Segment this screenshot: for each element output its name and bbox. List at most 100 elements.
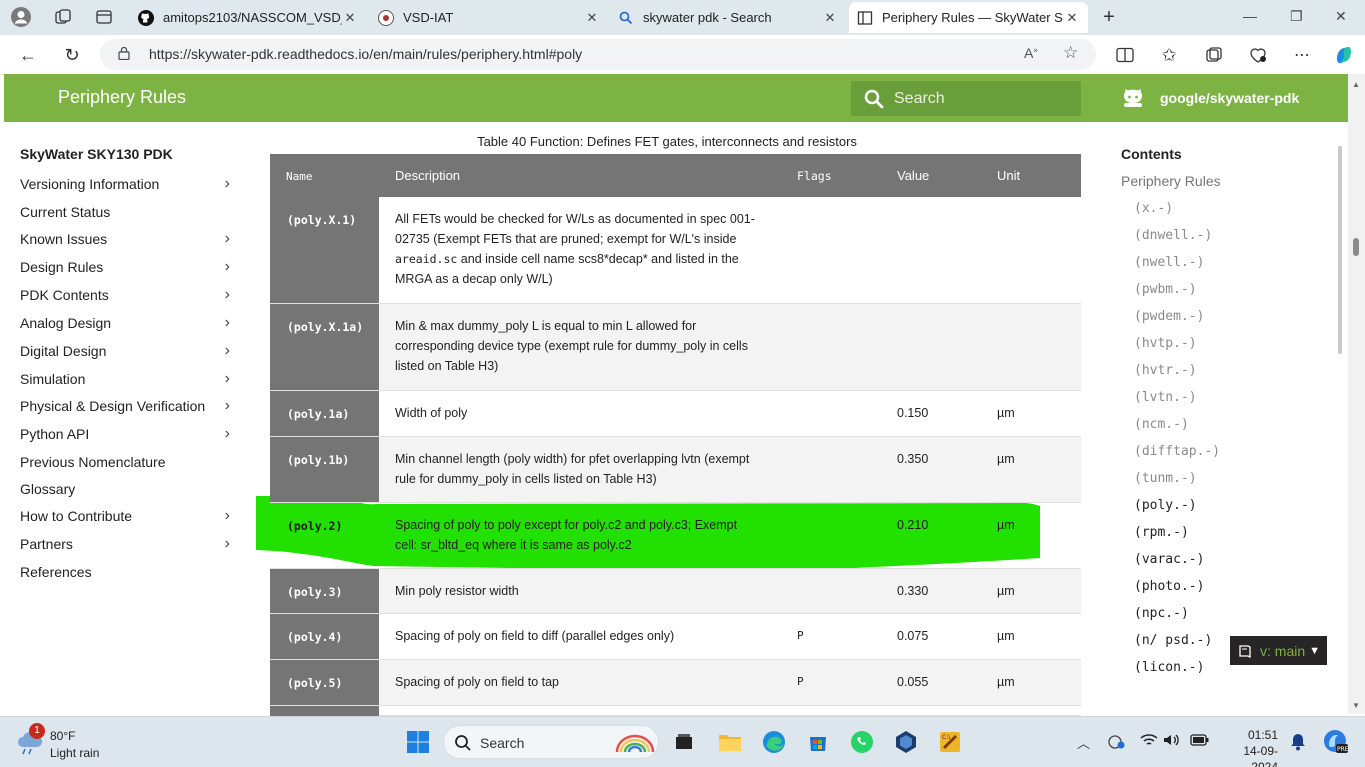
copilot-taskbar-icon[interactable]: PRE <box>1322 728 1349 757</box>
scroll-up-icon[interactable]: ▲ <box>1352 80 1360 89</box>
reload-icon[interactable]: ↻ <box>60 43 84 67</box>
sidebar-item-versioning-information[interactable]: Versioning Information › <box>20 173 230 195</box>
read-aloud-icon[interactable]: A» <box>1024 45 1038 61</box>
search-input[interactable]: Search <box>851 81 1081 116</box>
sidebar-item-glossary[interactable]: Glossary <box>20 478 230 500</box>
network-status-icon[interactable] <box>1107 733 1125 752</box>
toc-item[interactable]: (n/ psd.-) <box>1134 633 1212 648</box>
taskbar-search[interactable]: Search <box>443 725 659 759</box>
sidebar-item-pdk-contents[interactable]: PDK Contents › <box>20 284 230 306</box>
chevron-right-icon[interactable]: › <box>225 425 230 443</box>
sidebar-item-references[interactable]: References <box>20 561 230 583</box>
version-selector[interactable]: v: main ▼ <box>1230 636 1327 665</box>
tab-vsd-iat[interactable]: VSD-IAT ✕ <box>370 2 608 33</box>
close-tab-icon[interactable]: ✕ <box>342 10 358 26</box>
microsoft-store-icon[interactable] <box>804 728 832 756</box>
collections-icon[interactable] <box>1202 43 1226 67</box>
toc-item[interactable]: (nwell.-) <box>1134 255 1204 270</box>
sidebar-item-design-rules[interactable]: Design Rules › <box>20 256 230 278</box>
description-line: areaid.sc and inside cell name scs8*deca… <box>395 252 739 266</box>
sidebar-title[interactable]: SkyWater SKY130 PDK <box>20 146 173 162</box>
close-tab-icon[interactable]: ✕ <box>822 10 838 26</box>
toc-item[interactable]: (pwbm.-) <box>1134 282 1197 297</box>
toc-item[interactable]: (varac.-) <box>1134 552 1204 567</box>
workspaces-icon[interactable] <box>52 6 74 28</box>
chevron-right-icon[interactable]: › <box>225 535 230 553</box>
chevron-right-icon[interactable]: › <box>225 342 230 360</box>
minimize-icon[interactable]: — <box>1243 8 1257 24</box>
favorites-icon[interactable]: ✩ <box>1157 43 1181 67</box>
virtualbox-icon[interactable] <box>892 728 920 756</box>
terminal-app-icon[interactable]: C:\ <box>936 728 964 756</box>
sidebar-item-how-to-contribute[interactable]: How to Contribute › <box>20 505 230 527</box>
file-explorer-icon[interactable] <box>716 728 744 756</box>
system-clock[interactable]: 01:51 14-09-2024 <box>1222 727 1278 767</box>
chevron-right-icon[interactable]: › <box>225 230 230 248</box>
edge-icon[interactable] <box>760 728 788 756</box>
notifications-bell-icon[interactable] <box>1290 733 1306 754</box>
scrollbar-thumb[interactable] <box>1353 238 1359 256</box>
browser-essentials-icon[interactable] <box>1246 43 1270 67</box>
start-menu-icon[interactable] <box>404 728 432 756</box>
show-hidden-icons[interactable]: ︿ <box>1077 733 1090 752</box>
wifi-icon[interactable] <box>1140 733 1158 750</box>
toc-item[interactable]: (lvtn.-) <box>1134 390 1197 405</box>
restore-icon[interactable]: ❐ <box>1290 8 1303 25</box>
battery-icon[interactable] <box>1190 733 1210 750</box>
contents-page-link[interactable]: Periphery Rules <box>1121 173 1221 189</box>
sidebar-item-partners[interactable]: Partners › <box>20 533 230 555</box>
split-screen-icon[interactable] <box>1113 43 1137 67</box>
sidebar-item-current-status[interactable]: Current Status <box>20 201 230 223</box>
chevron-right-icon[interactable]: › <box>225 286 230 304</box>
sidebar-item-digital-design[interactable]: Digital Design › <box>20 340 230 362</box>
sidebar-item-analog-design[interactable]: Analog Design › <box>20 312 230 334</box>
toc-item[interactable]: (dnwell.-) <box>1134 228 1212 243</box>
tab-github[interactable]: amitops2103/NASSCOM_VSD_So ✕ <box>130 2 366 33</box>
close-window-icon[interactable]: ✕ <box>1335 8 1347 25</box>
chevron-right-icon[interactable]: › <box>225 397 230 415</box>
back-icon[interactable]: ← <box>16 43 40 67</box>
profile-avatar-icon[interactable] <box>10 6 32 28</box>
chevron-right-icon[interactable]: › <box>225 314 230 332</box>
close-tab-icon[interactable]: ✕ <box>584 10 600 26</box>
chevron-right-icon[interactable]: › <box>225 258 230 276</box>
chevron-right-icon[interactable]: › <box>225 175 230 193</box>
page-scrollbar[interactable]: ▲ ▼ <box>1348 74 1365 714</box>
toc-item[interactable]: (npc.-) <box>1134 606 1189 621</box>
chevron-right-icon[interactable]: › <box>225 507 230 525</box>
description-line: cell: sr_bltd_eq where it is same as pol… <box>395 538 632 552</box>
task-view-icon[interactable] <box>670 728 698 756</box>
sidebar-item-python-api[interactable]: Python API › <box>20 423 230 445</box>
toc-scrollbar-thumb[interactable] <box>1338 146 1342 354</box>
toc-item[interactable]: (rpm.-) <box>1134 525 1189 540</box>
whatsapp-icon[interactable] <box>848 728 876 756</box>
toc-item[interactable]: (tunm.-) <box>1134 471 1197 486</box>
copilot-icon[interactable] <box>1332 43 1356 67</box>
more-menu-icon[interactable]: ⋯ <box>1290 43 1314 67</box>
weather-widget[interactable]: 1 80°F Light rain <box>15 723 135 761</box>
tab-actions-icon[interactable] <box>93 6 115 28</box>
toc-item[interactable]: (x.-) <box>1134 201 1173 216</box>
toc-item[interactable]: (hvtp.-) <box>1134 336 1197 351</box>
sidebar-item-known-issues[interactable]: Known Issues › <box>20 228 230 250</box>
sidebar-item-simulation[interactable]: Simulation › <box>20 368 230 390</box>
chevron-right-icon[interactable]: › <box>225 370 230 388</box>
toc-item[interactable]: (difftap.-) <box>1134 444 1220 459</box>
tab-periphery-rules[interactable]: Periphery Rules — SkyWater SKY1 ✕ <box>849 2 1088 33</box>
toc-item[interactable]: (pwdem.-) <box>1134 309 1204 324</box>
favorite-star-icon[interactable]: ☆ <box>1063 43 1078 63</box>
toc-item[interactable]: (hvtr.-) <box>1134 363 1197 378</box>
repo-link[interactable]: google/skywater-pdk <box>1121 87 1299 109</box>
sidebar-item-previous-nomenclature[interactable]: Previous Nomenclature <box>20 451 230 473</box>
toc-item[interactable]: (poly.-) <box>1134 498 1197 513</box>
toc-item[interactable]: (photo.-) <box>1134 579 1204 594</box>
address-bar[interactable]: https://skywater-pdk.readthedocs.io/en/m… <box>100 39 1096 70</box>
scroll-down-icon[interactable]: ▼ <box>1352 701 1360 710</box>
close-tab-icon[interactable]: ✕ <box>1064 10 1080 26</box>
tab-bing-search[interactable]: skywater pdk - Search ✕ <box>610 2 846 33</box>
new-tab-icon[interactable]: + <box>1098 6 1120 28</box>
toc-item[interactable]: (licon.-) <box>1134 660 1204 675</box>
sidebar-item-physical-design-verification[interactable]: Physical & Design Verification › <box>20 395 230 417</box>
toc-item[interactable]: (ncm.-) <box>1134 417 1189 432</box>
volume-icon[interactable] <box>1163 733 1181 750</box>
